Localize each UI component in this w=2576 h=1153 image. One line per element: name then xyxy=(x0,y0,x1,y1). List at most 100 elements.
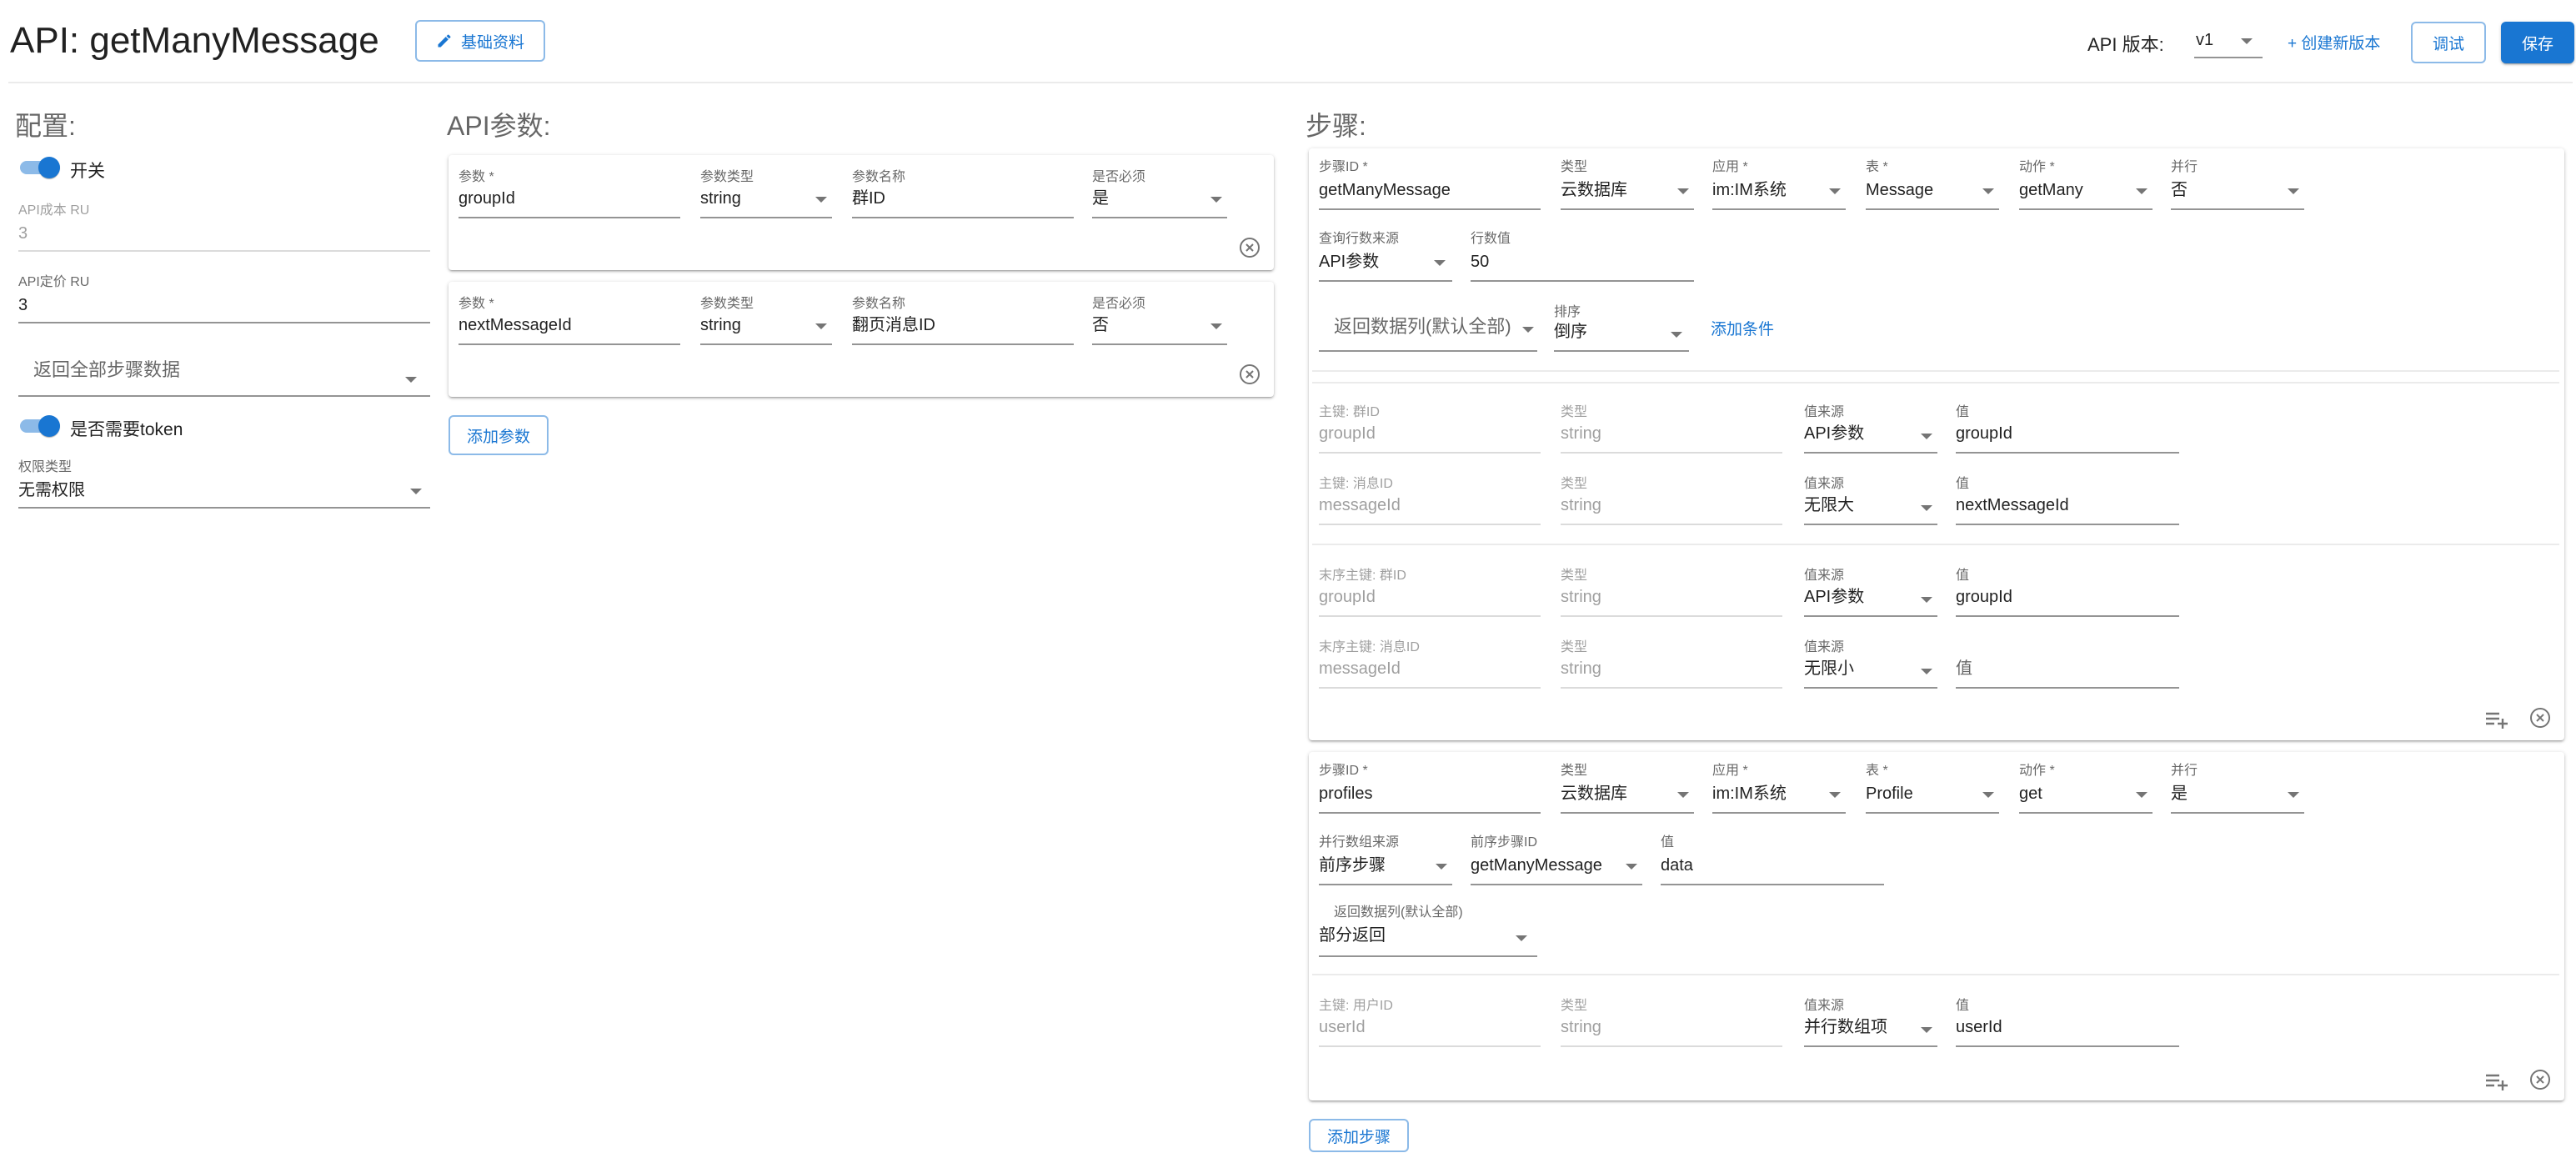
add-condition-button[interactable]: 添加条件 xyxy=(1711,317,1774,339)
step-table-select[interactable]: Message xyxy=(1866,180,1999,210)
step-parallel-select[interactable]: 否 xyxy=(2171,180,2304,210)
chevron-down-icon xyxy=(1921,669,1932,674)
return-cols-select[interactable]: 部分返回 xyxy=(1319,924,1537,957)
step-app-select[interactable]: im:IM系统 xyxy=(1712,784,1846,814)
sort-select[interactable]: 倒序 xyxy=(1554,322,1689,352)
token-switch[interactable] xyxy=(18,414,62,437)
cond-type-field[interactable]: string xyxy=(1561,659,1601,679)
chevron-down-icon xyxy=(1677,188,1689,194)
cond-value-input[interactable]: userId xyxy=(1956,1017,2002,1037)
add-step-button[interactable]: 添加步骤 xyxy=(1309,1119,1409,1152)
cond-type-field[interactable]: string xyxy=(1561,587,1601,607)
param-desc-input[interactable]: 翻页消息ID xyxy=(852,315,935,335)
return-all-select[interactable]: 返回全部步骤数据 xyxy=(18,350,430,397)
chevron-down-icon xyxy=(410,489,422,494)
step-id-input[interactable]: getManyMessage xyxy=(1319,180,1451,200)
enable-switch[interactable] xyxy=(18,155,62,178)
chevron-down-icon xyxy=(1829,188,1841,194)
save-button[interactable]: 保存 xyxy=(2501,22,2574,63)
cond-source-select[interactable]: 无限大 xyxy=(1804,495,1937,525)
param-name-input[interactable]: nextMessageId xyxy=(459,315,572,335)
add-row-icon[interactable] xyxy=(2484,1070,2509,1090)
cond-key-field[interactable]: userId xyxy=(1319,1017,1366,1037)
cond-source-select[interactable]: API参数 xyxy=(1804,424,1937,454)
enable-switch-label: 开关 xyxy=(70,162,105,181)
chevron-down-icon xyxy=(2241,38,2253,44)
rows-value-input[interactable]: 50 xyxy=(1471,252,1489,272)
step-app-select[interactable]: im:IM系统 xyxy=(1712,180,1846,210)
create-version-button[interactable]: + 创建新版本 xyxy=(2288,31,2380,53)
chevron-down-icon xyxy=(1671,332,1682,338)
version-label: API 版本: xyxy=(2087,34,2164,55)
param-required-select[interactable]: 否 xyxy=(1092,315,1227,345)
perm-value: 无需权限 xyxy=(18,481,85,499)
remove-param-icon[interactable] xyxy=(1239,237,1260,258)
cond-source-select[interactable]: API参数 xyxy=(1804,587,1937,617)
param-desc-input[interactable]: 群ID xyxy=(852,188,885,208)
chevron-down-icon xyxy=(1829,792,1841,798)
param-type-select[interactable]: string xyxy=(700,188,832,218)
add-param-button[interactable]: 添加参数 xyxy=(449,415,549,455)
chevron-down-icon xyxy=(1982,792,1994,798)
cond-type-field[interactable]: string xyxy=(1561,424,1601,444)
param-card: 参数 * groupId 参数类型 string 参数名称 群ID 是否必须 是 xyxy=(449,155,1274,270)
chevron-down-icon xyxy=(815,197,827,203)
cond-source-select[interactable]: 并行数组项 xyxy=(1804,1017,1937,1047)
debug-button[interactable]: 调试 xyxy=(2411,22,2486,63)
step-action-select[interactable]: get xyxy=(2019,784,2153,814)
rows-source-select[interactable]: API参数 xyxy=(1319,252,1452,282)
cost-field[interactable]: 3 xyxy=(18,223,28,243)
param-required-select[interactable]: 是 xyxy=(1092,188,1227,218)
chevron-down-icon xyxy=(2288,792,2299,798)
cond-type-field[interactable]: string xyxy=(1561,1017,1601,1037)
param-name-input[interactable]: groupId xyxy=(459,188,515,208)
cond-key-field[interactable]: messageId xyxy=(1319,495,1401,515)
parallel-value-input[interactable]: data xyxy=(1661,855,1693,875)
param-type-select[interactable]: string xyxy=(700,315,832,345)
chevron-down-icon xyxy=(1434,260,1446,266)
remove-step-icon[interactable] xyxy=(2529,1069,2551,1090)
version-select[interactable]: v1 xyxy=(2194,23,2263,60)
prev-step-select[interactable]: getManyMessage xyxy=(1471,855,1642,885)
step-type-select[interactable]: 云数据库 xyxy=(1561,180,1694,210)
config-title: 配置: xyxy=(15,111,76,141)
header-divider xyxy=(8,82,2573,83)
chevron-down-icon xyxy=(1436,864,1447,870)
remove-step-icon[interactable] xyxy=(2529,707,2551,729)
chevron-down-icon xyxy=(1522,327,1534,333)
add-row-icon[interactable] xyxy=(2484,709,2509,729)
cond-value-input[interactable]: nextMessageId xyxy=(1956,495,2069,515)
chevron-down-icon xyxy=(2288,188,2299,194)
price-field[interactable]: 3 xyxy=(18,295,28,315)
cond-key-field[interactable]: messageId xyxy=(1319,659,1401,679)
page-title: API: getManyMessage xyxy=(10,20,379,61)
return-all-label: 返回全部步骤数据 xyxy=(33,359,181,380)
cond-source-select[interactable]: 无限小 xyxy=(1804,659,1937,689)
step-action-select[interactable]: getMany xyxy=(2019,180,2153,210)
params-title: API参数: xyxy=(447,111,551,141)
parallel-source-select[interactable]: 前序步骤 xyxy=(1319,855,1452,885)
chevron-down-icon xyxy=(1677,792,1689,798)
chevron-down-icon xyxy=(1210,323,1222,329)
cond-key-field[interactable]: groupId xyxy=(1319,587,1376,607)
step-table-select[interactable]: Profile xyxy=(1866,784,1999,814)
chevron-down-icon xyxy=(1516,935,1527,941)
cost-label: API成本 RU xyxy=(18,203,90,218)
cond-value-input[interactable]: groupId xyxy=(1956,587,2012,607)
version-value: v1 xyxy=(2196,31,2214,49)
cond-value-input[interactable]: 值 xyxy=(1956,659,1972,679)
step-id-input[interactable]: profiles xyxy=(1319,784,1372,804)
chevron-down-icon xyxy=(1921,597,1932,603)
return-cols-select[interactable]: 返回数据列(默认全部) xyxy=(1319,313,1537,352)
remove-param-icon[interactable] xyxy=(1239,363,1260,385)
basic-info-label: 基础资料 xyxy=(460,33,524,52)
cond-value-input[interactable]: groupId xyxy=(1956,424,2012,444)
cond-key-field[interactable]: groupId xyxy=(1319,424,1376,444)
chevron-down-icon xyxy=(405,377,417,383)
basic-info-button[interactable]: 基础资料 xyxy=(415,20,545,62)
step-card: 步骤ID * profiles 类型 云数据库 应用 * im:IM系统 表 *… xyxy=(1309,752,2564,1100)
perm-select[interactable]: 无需权限 xyxy=(18,479,430,512)
step-parallel-select[interactable]: 是 xyxy=(2171,784,2304,814)
step-type-select[interactable]: 云数据库 xyxy=(1561,784,1694,814)
cond-type-field[interactable]: string xyxy=(1561,495,1601,515)
